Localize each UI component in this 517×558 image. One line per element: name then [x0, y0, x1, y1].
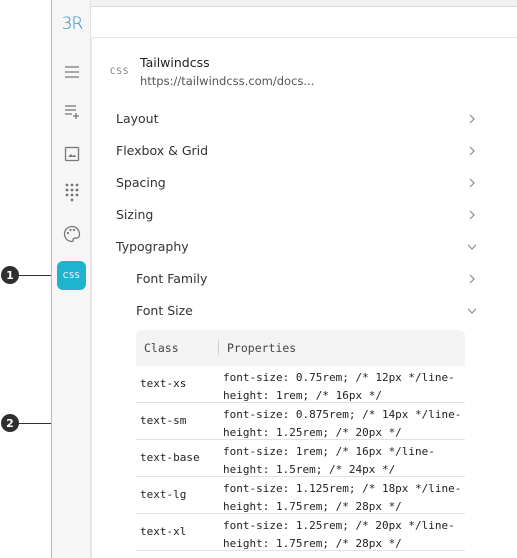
- menu-item-layout[interactable]: Layout: [92, 102, 517, 134]
- submenu-item-font-size[interactable]: Font Size: [92, 294, 517, 326]
- table-row: text-base font-size: 1rem; /* 16px */lin…: [136, 440, 465, 477]
- column-header-class: Class: [144, 341, 179, 355]
- chevron-right-icon: [465, 207, 479, 221]
- table-row: text-xl font-size: 1.25rem; /* 20px */li…: [136, 514, 465, 551]
- panel-url[interactable]: https://tailwindcss.com/docs...: [140, 74, 314, 88]
- callout-1: 1: [1, 266, 19, 284]
- callout-2: 2: [1, 414, 19, 432]
- menu-item-label: Sizing: [116, 206, 154, 222]
- submenu-item-label: Font Family: [136, 270, 208, 286]
- chevron-down-icon: [465, 239, 479, 253]
- class-cell: text-xs: [140, 377, 187, 390]
- menu-item-spacing[interactable]: Spacing: [92, 166, 517, 198]
- class-cell: text-base: [140, 451, 200, 464]
- submenu-item-label: Font Size: [136, 302, 193, 318]
- table-row: text-xs font-size: 0.75rem; /* 12px */li…: [136, 366, 465, 403]
- dots-grid-icon[interactable]: [56, 176, 88, 208]
- css-icon: CSS: [110, 67, 130, 77]
- top-bar: [91, 0, 517, 38]
- menu-item-label: Flexbox & Grid: [116, 142, 209, 158]
- css-tool-label: CSS: [62, 271, 81, 280]
- menu-icon[interactable]: [56, 56, 88, 88]
- submenu-item-font-family[interactable]: Font Family: [92, 262, 517, 294]
- column-divider: [218, 340, 219, 355]
- chevron-right-icon: [465, 271, 479, 285]
- properties-cell: font-size: 0.75rem; /* 12px */line-heigh…: [223, 371, 455, 402]
- menu-item-label: Layout: [116, 110, 159, 126]
- css-reference-panel: CSS Tailwindcss https://tailwindcss.com/…: [91, 38, 517, 558]
- menu-item-label: Typography: [116, 238, 189, 254]
- panel-title: Tailwindcss: [140, 55, 210, 70]
- menu-item-typography[interactable]: Typography: [92, 230, 517, 262]
- chevron-right-icon: [465, 175, 479, 189]
- css-tool-button[interactable]: CSS: [57, 261, 86, 290]
- properties-cell: font-size: 1rem; /* 16px */line-height: …: [223, 445, 435, 476]
- properties-cell: font-size: 1.25rem; /* 20px */line-heigh…: [223, 519, 455, 550]
- properties-cell: font-size: 1.125rem; /* 18px */line-heig…: [223, 482, 462, 513]
- table-header: Class Properties: [136, 330, 465, 366]
- class-cell: text-xl: [140, 525, 187, 538]
- chevron-right-icon: [465, 111, 479, 125]
- properties-cell: font-size: 0.875rem; /* 14px */line-heig…: [223, 408, 462, 439]
- image-icon[interactable]: [56, 138, 88, 170]
- app-logo[interactable]: 3R: [56, 8, 88, 40]
- panel-header: CSS Tailwindcss https://tailwindcss.com/…: [92, 38, 517, 98]
- playlist-add-icon[interactable]: [56, 96, 88, 128]
- class-cell: text-sm: [140, 414, 187, 427]
- menu-item-sizing[interactable]: Sizing: [92, 198, 517, 230]
- column-header-properties: Properties: [227, 341, 297, 355]
- callout-1-number: 1: [6, 268, 14, 282]
- app-logo-text: 3R: [61, 14, 84, 34]
- chevron-right-icon: [465, 143, 479, 157]
- class-cell: text-lg: [140, 488, 187, 501]
- menu-item-label: Spacing: [116, 174, 166, 190]
- table-row: text-lg font-size: 1.125rem; /* 18px */l…: [136, 477, 465, 514]
- callout-2-number: 2: [6, 416, 14, 430]
- chevron-down-icon: [465, 303, 479, 317]
- table-row: text-sm font-size: 0.875rem; /* 14px */l…: [136, 403, 465, 440]
- font-size-table: Class Properties text-xs font-size: 0.75…: [136, 330, 465, 551]
- icon-rail: 3R CSS: [51, 0, 91, 558]
- menu-item-flexbox-grid[interactable]: Flexbox & Grid: [92, 134, 517, 166]
- palette-icon[interactable]: [56, 218, 88, 250]
